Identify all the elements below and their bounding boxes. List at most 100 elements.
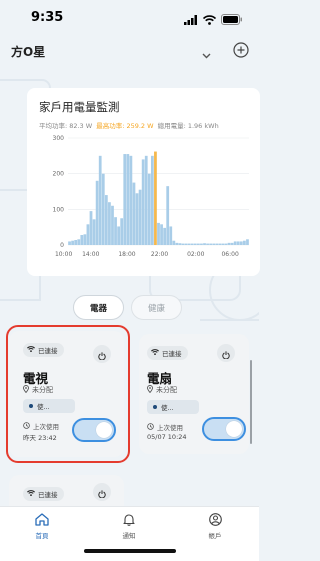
avg-power-value: 82.3 W bbox=[69, 122, 93, 130]
chart-bar bbox=[221, 243, 225, 245]
wifi-icon bbox=[27, 490, 35, 498]
connection-status: 已連接 bbox=[162, 350, 182, 358]
chart-bar bbox=[98, 155, 102, 245]
room-row: 未分配 bbox=[147, 385, 177, 395]
chart-bar bbox=[160, 224, 163, 245]
highlight-frame bbox=[6, 325, 130, 463]
chart-bar bbox=[114, 217, 117, 245]
chart-bar bbox=[117, 226, 121, 245]
chart-bar bbox=[86, 224, 90, 245]
x-tick-label: 10:00 bbox=[55, 251, 72, 258]
chart-bar bbox=[184, 243, 188, 245]
plus-circle-icon[interactable] bbox=[233, 42, 249, 58]
tab-notifications-label: 通知 bbox=[122, 532, 136, 540]
room-label: 未分配 bbox=[156, 386, 177, 394]
chart-title: 家戶用電量監測 bbox=[39, 100, 120, 114]
chart-bar bbox=[175, 242, 179, 245]
chart-bar bbox=[147, 173, 151, 245]
chart-bar bbox=[74, 240, 78, 245]
chart-bar bbox=[227, 242, 231, 245]
chart-bar bbox=[190, 243, 194, 245]
chart-bar bbox=[126, 154, 130, 245]
chart-bar bbox=[132, 182, 136, 245]
chart-bar bbox=[77, 239, 81, 245]
account-icon bbox=[208, 513, 222, 528]
connection-status: 已連接 bbox=[38, 491, 58, 499]
chart-bar bbox=[193, 243, 197, 245]
mode-label: 使... bbox=[161, 404, 174, 412]
power-button[interactable] bbox=[217, 344, 235, 362]
connection-badge: 已連接 bbox=[23, 487, 64, 501]
chart-bar bbox=[101, 173, 105, 245]
tab-home[interactable]: 首頁 bbox=[17, 513, 67, 540]
power-monitor-card: 家戶用電量監測 平均功率: 82.3 W 最高功率: 259.2 W 總用電量: 1.… bbox=[27, 88, 260, 276]
chart-bar bbox=[104, 195, 108, 245]
signal-icon bbox=[184, 10, 198, 29]
y-tick-label: 0 bbox=[60, 242, 64, 249]
power-toggle[interactable] bbox=[202, 417, 246, 441]
chart-bar bbox=[123, 154, 127, 245]
peak-power-value: 259.2 W bbox=[126, 122, 154, 130]
chart-bar bbox=[144, 155, 148, 245]
last-used-row: 上次使用 bbox=[147, 422, 183, 432]
chart-bar bbox=[181, 243, 185, 245]
chart-bar bbox=[95, 180, 99, 245]
chart-bar bbox=[154, 151, 157, 245]
chart-bar bbox=[172, 240, 176, 245]
chart-bar bbox=[212, 243, 216, 245]
chart-bar bbox=[68, 241, 71, 245]
toggle-knob bbox=[226, 421, 242, 437]
chart-bar bbox=[141, 159, 145, 245]
wifi-icon bbox=[202, 10, 217, 29]
battery-icon bbox=[221, 10, 243, 29]
chart-bar bbox=[163, 227, 167, 245]
wifi-icon bbox=[151, 349, 159, 357]
chart-bar bbox=[80, 235, 84, 245]
scrollbar[interactable] bbox=[250, 360, 252, 444]
x-tick-label: 06:00 bbox=[221, 251, 238, 258]
mode-chip[interactable]: 使... bbox=[147, 400, 199, 414]
device-card-fan[interactable]: 已連接 電扇 未分配 使... 上次使用 05/07 10:24 bbox=[139, 334, 249, 454]
status-bar: 9:35 bbox=[0, 0, 259, 34]
home-name[interactable]: 方O星 bbox=[11, 43, 45, 60]
clock-icon bbox=[147, 422, 154, 432]
mode-dot bbox=[153, 405, 157, 409]
total-usage-value: 1.96 kWh bbox=[187, 122, 219, 130]
chart-bar bbox=[111, 205, 114, 245]
x-tick-label: 22:00 bbox=[151, 251, 168, 258]
y-tick-label: 100 bbox=[53, 206, 65, 213]
chart-bar bbox=[200, 243, 203, 245]
tab-electrical[interactable]: 電器 bbox=[73, 295, 124, 320]
tab-account-label: 帳戶 bbox=[208, 532, 222, 540]
last-used-time: 05/07 10:24 bbox=[147, 433, 187, 441]
power-icon bbox=[98, 483, 106, 502]
status-time: 9:35 bbox=[31, 10, 64, 25]
chart-bar bbox=[108, 202, 111, 245]
chart-bar bbox=[236, 241, 240, 245]
chart-bar bbox=[135, 193, 139, 245]
bell-icon bbox=[123, 513, 135, 528]
power-button[interactable] bbox=[93, 483, 111, 501]
tab-home-label: 首頁 bbox=[35, 532, 49, 540]
x-tick-label: 18:00 bbox=[118, 251, 135, 258]
power-stats: 平均功率: 82.3 W 最高功率: 259.2 W 總用電量: 1.96 kWh bbox=[39, 120, 221, 130]
tab-health[interactable]: 健康 bbox=[131, 295, 182, 320]
chart-bar bbox=[206, 243, 209, 245]
total-usage-label: 總用電量: bbox=[157, 122, 186, 130]
chart-bar bbox=[138, 189, 142, 245]
chart-bar bbox=[83, 234, 87, 245]
chevron-down-icon[interactable] bbox=[202, 44, 211, 63]
chart-bar bbox=[178, 243, 182, 245]
home-icon bbox=[35, 513, 49, 528]
chart-bar bbox=[243, 240, 246, 245]
tab-account[interactable]: 帳戶 bbox=[190, 513, 240, 540]
chart-bar bbox=[203, 243, 206, 245]
avg-power-label: 平均功率: bbox=[39, 122, 68, 130]
x-tick-label: 14:00 bbox=[82, 251, 99, 258]
chart-bar bbox=[150, 155, 154, 245]
chart-bar bbox=[215, 243, 219, 245]
chart-bar bbox=[71, 240, 74, 245]
tab-notifications[interactable]: 通知 bbox=[104, 513, 154, 540]
chart-bar bbox=[120, 218, 124, 245]
chart-bar bbox=[157, 222, 160, 245]
